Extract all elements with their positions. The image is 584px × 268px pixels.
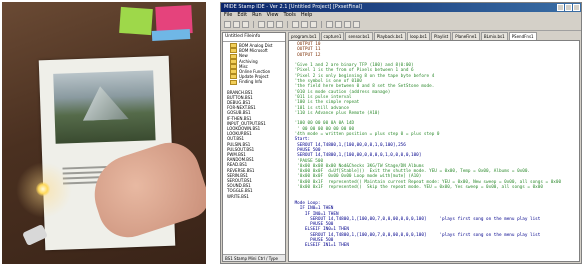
editor-tab[interactable]: capture1 [320,32,345,40]
editor-area: program.bs1 capture1 sensor.bs1 Playback.bs… [288,32,580,262]
led-light [36,182,50,196]
debug-icon[interactable] [344,21,351,28]
toolbar-separator [253,21,254,28]
mountain-photo [53,70,156,144]
sticky-note-green [119,6,153,36]
file-item[interactable]: WRITE.BS1 [226,194,285,199]
folder-icon [230,79,237,85]
paste-icon[interactable] [276,21,283,28]
menu-tools[interactable]: Tools [284,12,296,19]
editor-tab[interactable]: program.bs1 [288,32,320,40]
undo-icon[interactable] [292,21,299,28]
window-title: MIDE Stamp IDE - Ver 2.1 [Untitled Proje… [224,4,362,10]
editor-tab[interactable]: sensor.bs1 [345,32,373,40]
maximize-button[interactable] [565,4,572,11]
editor-tab[interactable]: loop.bs1 [407,32,430,40]
code-line: ELSEIF IN1=1 THEN [292,243,349,249]
minimize-button[interactable] [557,4,564,11]
find-icon[interactable] [310,21,317,28]
toolbar-separator [287,21,288,28]
memory-map-icon[interactable] [353,21,360,28]
editor-tab[interactable]: Playback.bs1 [373,32,406,40]
menu-file[interactable]: File [224,12,232,19]
project-selector[interactable]: Untitled Fileinfo [223,33,285,42]
editor-tab[interactable]: BLmix.bs1 [480,32,508,40]
file-explorer-pane: Untitled Fileinfo BOM Analog Dist BOM Mi… [222,32,286,262]
file-type-selector[interactable]: BS1 Stamp Mini Ctrl / Type [223,254,285,261]
prototype-photo [2,2,206,264]
menu-help[interactable]: Help [301,12,312,19]
editor-tab[interactable]: Playlist [430,32,452,40]
menu-edit[interactable]: Edit [237,12,247,19]
redo-icon[interactable] [301,21,308,28]
toolbar [221,19,581,31]
folder-label: Finding Info [239,79,263,85]
close-button[interactable] [573,4,580,11]
menu-view[interactable]: View [267,12,279,19]
code-editor[interactable]: OUTPUT 10 OUTPUT 11 OUTPUT 12 'Give 1 an… [288,40,580,262]
toolbar-separator [321,21,322,28]
file-tree: BOM Analog Dist BOM Microsoft New Archiv… [223,42,285,199]
editor-tab[interactable]: PSendFns1 [508,32,537,40]
code-line: '0x00 0x1F represented() Skip the repeat… [292,185,543,191]
sticky-note-blue [151,29,191,41]
editor-tab[interactable]: PlaneFine1 [452,32,480,40]
code-line: SEROUT 14,T4800,1,[100,00,7,0,0,00,0,0,0… [292,232,541,238]
save-icon[interactable] [242,21,249,28]
stamp-ide-window: MIDE Stamp IDE - Ver 2.1 [Untitled Proje… [220,2,582,264]
title-bar: MIDE Stamp IDE - Ver 2.1 [Untitled Proje… [221,3,581,12]
code-line: SEROUT 14,T4800,1,[100,00,7,0,0,00,0,0,0… [292,216,541,222]
menu-run[interactable]: Run [252,12,262,19]
open-file-icon[interactable] [233,21,240,28]
run-icon[interactable] [335,21,342,28]
new-file-icon[interactable] [224,21,231,28]
copy-icon[interactable] [267,21,274,28]
menu-bar: File Edit Run View Tools Help [221,12,581,19]
editor-tabs: program.bs1 capture1 sensor.bs1 Playback.bs… [288,32,580,40]
cut-icon[interactable] [258,21,265,28]
check-syntax-icon[interactable] [326,21,333,28]
